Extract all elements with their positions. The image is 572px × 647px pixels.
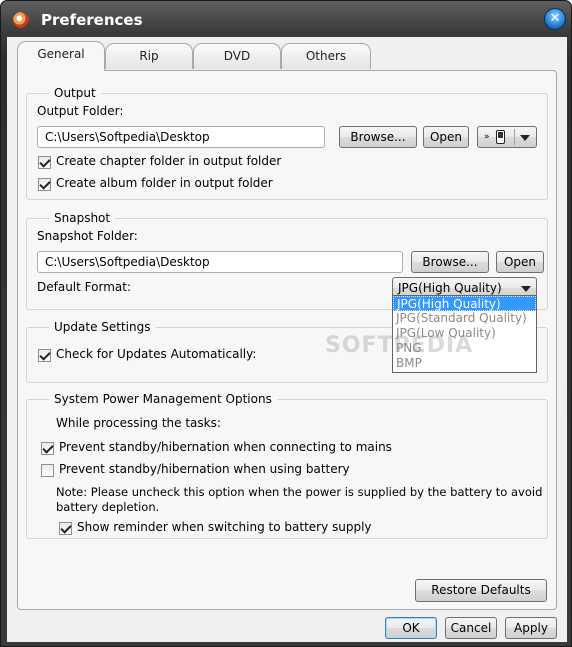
chevron-down-icon	[521, 286, 531, 292]
output-open-button[interactable]: Open	[423, 126, 469, 148]
close-button[interactable]: ✕	[544, 8, 566, 30]
default-format-value: JPG(High Quality)	[398, 281, 502, 295]
ok-button[interactable]: OK	[385, 617, 437, 639]
album-folder-checkbox[interactable]	[38, 178, 51, 191]
snapshot-folder-label: Snapshot Folder:	[37, 229, 138, 243]
snapshot-open-button[interactable]: Open	[496, 251, 544, 273]
device-phone-icon	[496, 130, 505, 144]
tab-others[interactable]: Others	[281, 43, 371, 69]
output-group-title: Output	[49, 86, 101, 100]
app-logo-icon	[13, 12, 29, 28]
apply-button[interactable]: Apply	[505, 617, 557, 639]
power-subtitle: While processing the tasks:	[56, 416, 221, 430]
mains-label: Prevent standby/hibernation when connect…	[59, 440, 392, 454]
output-group: Output Output Folder: C:\Users\Softpedia…	[26, 86, 548, 200]
output-browse-button[interactable]: Browse...	[339, 126, 417, 148]
update-group-title: Update Settings	[49, 320, 156, 334]
auto-update-checkbox[interactable]	[38, 349, 51, 362]
album-folder-label: Create album folder in output folder	[56, 176, 273, 190]
format-option[interactable]: PNG	[393, 341, 536, 356]
split-divider	[514, 129, 515, 145]
window-title: Preferences	[41, 11, 143, 29]
auto-update-label: Check for Updates Automatically:	[56, 347, 257, 361]
battery-label: Prevent standby/hibernation when using b…	[59, 462, 350, 476]
output-folder-field[interactable]: C:\Users\Softpedia\Desktop	[37, 126, 325, 148]
tab-dvd[interactable]: DVD	[193, 43, 281, 69]
format-option[interactable]: JPG(Standard Quality)	[393, 311, 536, 326]
chapter-folder-checkbox[interactable]	[38, 156, 51, 169]
format-option[interactable]: BMP	[393, 356, 536, 371]
preferences-window: Preferences ✕ General Rip DVD Others Out…	[0, 0, 572, 647]
power-management-group: System Power Management Options While pr…	[26, 392, 548, 539]
reminder-label: Show reminder when switching to battery …	[77, 520, 372, 534]
output-folder-label: Output Folder:	[37, 104, 124, 118]
battery-note-line1: Note: Please uncheck this option when th…	[56, 485, 543, 499]
format-option[interactable]: JPG(High Quality)	[393, 296, 536, 311]
snapshot-group-title: Snapshot	[49, 211, 116, 225]
battery-checkbox[interactable]	[41, 464, 54, 477]
battery-note-line2: battery depletion.	[56, 500, 160, 514]
cancel-button[interactable]: Cancel	[445, 617, 497, 639]
dialog-client-area: General Rip DVD Others Output Output Fol…	[7, 37, 567, 642]
power-group-title: System Power Management Options	[49, 392, 277, 406]
default-format-label: Default Format:	[37, 280, 131, 294]
mains-checkbox[interactable]	[41, 442, 54, 455]
format-option[interactable]: JPG(Low Quality)	[393, 326, 536, 341]
chapter-folder-label: Create chapter folder in output folder	[56, 154, 282, 168]
snapshot-folder-field[interactable]: C:\Users\Softpedia\Desktop	[37, 251, 403, 273]
device-select-button[interactable]: »	[477, 126, 537, 148]
restore-defaults-button[interactable]: Restore Defaults	[415, 579, 547, 602]
format-dropdown-list: JPG(High Quality) JPG(Standard Quality) …	[392, 295, 537, 373]
snapshot-browse-button[interactable]: Browse...	[411, 251, 489, 273]
tab-rip[interactable]: Rip	[105, 43, 193, 69]
reminder-checkbox[interactable]	[59, 522, 72, 535]
fast-forward-icon: »	[484, 132, 490, 142]
chevron-down-icon[interactable]	[520, 135, 530, 141]
tab-general[interactable]: General	[17, 41, 105, 71]
title-bar[interactable]: Preferences ✕	[1, 1, 571, 37]
